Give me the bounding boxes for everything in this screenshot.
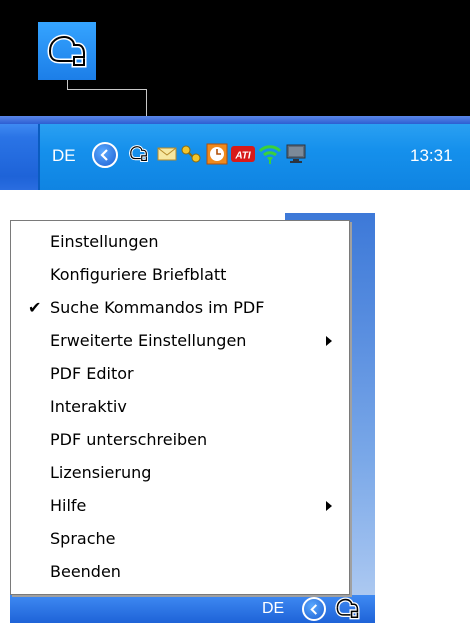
menu-item-pdf-unterschreiben[interactable]: PDF unterschreiben	[11, 423, 349, 456]
clock[interactable]: 13:31	[410, 146, 453, 166]
pdf-printer-icon[interactable]	[128, 143, 150, 165]
menu-item-suche-kommandos[interactable]: ✔ Suche Kommandos im PDF	[11, 291, 349, 324]
mail-icon[interactable]	[156, 143, 178, 165]
menu-item-interaktiv[interactable]: Interaktiv	[11, 390, 349, 423]
menu-item-beenden[interactable]: Beenden	[11, 555, 349, 588]
chevron-left-icon[interactable]	[302, 597, 326, 621]
menu-item-label: Lizensierung	[50, 463, 152, 482]
clock-app-icon[interactable]	[206, 143, 228, 165]
menu-item-label: Suche Kommandos im PDF	[50, 298, 265, 317]
menu-item-sprache[interactable]: Sprache	[11, 522, 349, 555]
pdf-printer-icon[interactable]	[330, 595, 366, 623]
submenu-arrow-icon	[326, 500, 332, 511]
menu-item-label: PDF unterschreiben	[50, 430, 208, 449]
menu-item-erweiterte-einstellungen[interactable]: Erweiterte Einstellungen	[11, 324, 349, 357]
menu-item-konfiguriere-briefblatt[interactable]: Konfiguriere Briefblatt	[11, 258, 349, 291]
submenu-arrow-icon	[326, 335, 332, 346]
menu-item-label: Einstellungen	[50, 232, 159, 251]
chevron-left-icon[interactable]	[92, 142, 118, 168]
checkmark-icon: ✔	[28, 298, 42, 317]
wireless-icon[interactable]	[258, 143, 282, 165]
menu-item-pdf-editor[interactable]: PDF Editor	[11, 357, 349, 390]
callout-line	[67, 89, 146, 90]
menu-item-label: Erweiterte Einstellungen	[50, 331, 247, 350]
network-monitor-icon[interactable]	[284, 143, 308, 165]
svg-text:ATI: ATI	[234, 151, 251, 162]
tray-context-menu: Einstellungen Konfiguriere Briefblatt ✔ …	[10, 220, 350, 595]
menu-item-label: Hilfe	[50, 496, 87, 515]
pdf-printer-icon-enlarged	[38, 22, 96, 80]
taskbar-top-edge	[0, 116, 470, 124]
menu-item-label: Beenden	[50, 562, 121, 581]
ati-icon[interactable]: ATI	[230, 143, 256, 165]
menu-item-lizensierung[interactable]: Lizensierung	[11, 456, 349, 489]
language-indicator[interactable]: DE	[52, 146, 76, 166]
keys-icon[interactable]	[180, 143, 202, 165]
menu-item-label: PDF Editor	[50, 364, 134, 383]
menu-item-label: Interaktiv	[50, 397, 127, 416]
top-screenshot-panel: DE ATI 13:31	[0, 0, 470, 190]
menu-item-hilfe[interactable]: Hilfe	[11, 489, 349, 522]
menu-item-einstellungen[interactable]: Einstellungen	[11, 225, 349, 258]
menu-item-label: Konfiguriere Briefblatt	[50, 265, 227, 284]
menu-item-label: Sprache	[50, 529, 116, 548]
language-indicator-bottom[interactable]: DE	[262, 600, 284, 618]
